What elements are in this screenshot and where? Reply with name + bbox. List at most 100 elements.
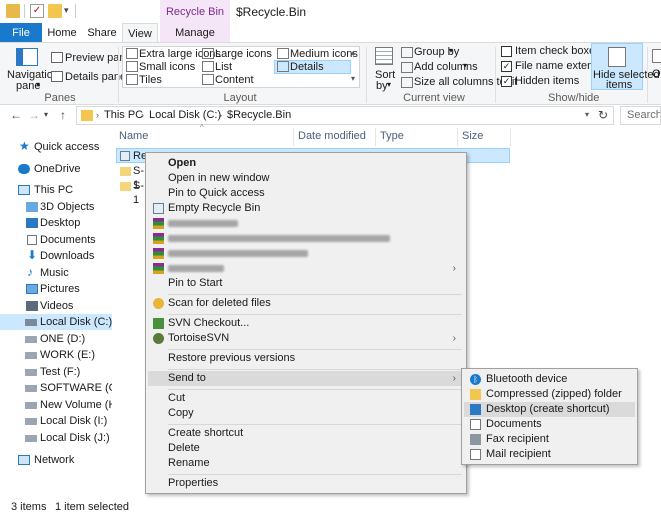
- menu-item-archive-2[interactable]: [148, 231, 464, 246]
- column-header-size[interactable]: Size: [462, 130, 483, 142]
- layout-content[interactable]: Content: [215, 74, 254, 86]
- videos-icon: [26, 301, 38, 311]
- sort-by-button[interactable]: Sort by ▾: [372, 45, 396, 92]
- menu-item-archive-1[interactable]: [148, 216, 464, 231]
- nav-drive-f[interactable]: Test (F:): [0, 364, 112, 380]
- nav-onedrive[interactable]: OneDrive: [0, 161, 112, 177]
- breadcrumb-this-pc[interactable]: This PC: [104, 109, 143, 121]
- send-to-compressed[interactable]: Compressed (zipped) folder: [464, 387, 635, 402]
- menu-item-rename[interactable]: Rename: [148, 456, 464, 471]
- address-bar[interactable]: › This PC › Local Disk (C:) › $Recycle.B…: [76, 106, 614, 125]
- gallery-scroll-icon[interactable]: ▴: [351, 48, 355, 57]
- nav-drive-j[interactable]: Local Disk (J:): [0, 430, 112, 446]
- menu-label: Fax recipient: [486, 433, 549, 445]
- chevron-right-icon[interactable]: ›: [96, 110, 99, 120]
- layout-small-icons[interactable]: Small icons: [139, 61, 195, 73]
- column-divider[interactable]: [375, 128, 376, 146]
- breadcrumb-folder[interactable]: $Recycle.Bin: [227, 109, 291, 121]
- menu-item-archive-4[interactable]: ›: [148, 261, 464, 276]
- nav-desktop[interactable]: Desktop: [0, 215, 112, 231]
- nav-videos[interactable]: Videos: [0, 298, 112, 314]
- menu-item-tortoise-svn[interactable]: TortoiseSVN ›: [148, 331, 464, 346]
- chevron-right-icon[interactable]: ›: [141, 110, 144, 120]
- menu-item-svn-checkout[interactable]: SVN Checkout...: [148, 316, 464, 331]
- nav-drive-e[interactable]: WORK (E:): [0, 347, 112, 363]
- nav-music[interactable]: ♪ Music: [0, 265, 112, 281]
- layout-large-icons[interactable]: Large icons: [215, 48, 272, 60]
- options-button[interactable]: Op: [652, 68, 661, 80]
- column-header-date-modified[interactable]: Date modified: [298, 130, 366, 142]
- zip-folder-icon: [470, 389, 481, 400]
- breadcrumb-local-disk[interactable]: Local Disk (C:): [149, 109, 221, 121]
- tab-share[interactable]: Share: [84, 23, 120, 43]
- layout-medium-icons[interactable]: Medium icons: [290, 48, 358, 60]
- column-divider[interactable]: [457, 128, 458, 146]
- table-row[interactable]: S-1: [116, 179, 146, 206]
- menu-item-copy[interactable]: Copy: [148, 406, 464, 421]
- send-to-mail[interactable]: Mail recipient: [464, 447, 635, 462]
- send-to-fax[interactable]: Fax recipient: [464, 432, 635, 447]
- menu-item-pin-quick-access[interactable]: Pin to Quick access: [148, 186, 464, 201]
- folder-icon: [120, 182, 131, 191]
- chevron-right-icon[interactable]: ›: [219, 110, 222, 120]
- search-input[interactable]: Search $R: [620, 106, 661, 125]
- nav-local-disk-c[interactable]: Local Disk (C:): [0, 314, 112, 330]
- menu-item-scan-deleted[interactable]: Scan for deleted files: [148, 296, 464, 311]
- nav-drive-d[interactable]: ONE (D:): [0, 331, 112, 347]
- address-dropdown-icon[interactable]: ▾: [585, 110, 589, 119]
- nav-this-pc[interactable]: This PC: [0, 182, 112, 198]
- menu-item-open[interactable]: Open: [148, 156, 464, 171]
- menu-item-delete[interactable]: Delete: [148, 441, 464, 456]
- menu-item-send-to[interactable]: Send to ›: [148, 371, 464, 386]
- properties-icon[interactable]: ✓: [30, 4, 44, 18]
- item-check-boxes-checkbox[interactable]: [501, 46, 512, 57]
- layout-tiles[interactable]: Tiles: [139, 74, 162, 86]
- tab-file[interactable]: File: [0, 23, 42, 43]
- nav-3d-objects[interactable]: 3D Objects: [0, 199, 112, 215]
- tab-home[interactable]: Home: [44, 23, 80, 43]
- recent-locations-icon[interactable]: ▾: [44, 110, 48, 119]
- tab-view[interactable]: View: [122, 23, 158, 44]
- navigation-pane-button[interactable]: Navigation pane ▾: [6, 45, 59, 92]
- nav-network[interactable]: Network: [0, 452, 112, 468]
- drive-icon: [25, 402, 37, 409]
- nav-documents[interactable]: Documents: [0, 232, 112, 248]
- tab-manage[interactable]: Manage: [160, 23, 230, 43]
- file-name-extensions-checkbox[interactable]: ✓: [501, 61, 512, 72]
- nav-drive-g[interactable]: SOFTWARE (G:): [0, 380, 124, 396]
- column-header-type[interactable]: Type: [380, 130, 404, 142]
- menu-item-open-new-window[interactable]: Open in new window: [148, 171, 464, 186]
- forward-arrow-icon[interactable]: →: [28, 108, 40, 122]
- menu-item-restore-versions[interactable]: Restore previous versions: [148, 351, 464, 366]
- layout-list[interactable]: List: [215, 61, 232, 73]
- hidden-items-checkbox[interactable]: ✓: [501, 76, 512, 87]
- send-to-documents[interactable]: Documents: [464, 417, 635, 432]
- menu-item-archive-3[interactable]: [148, 246, 464, 261]
- column-divider[interactable]: [510, 128, 511, 146]
- nav-pictures[interactable]: Pictures: [0, 281, 112, 297]
- chevron-down-icon[interactable]: ▾: [64, 5, 69, 16]
- details-pane-button[interactable]: Details pane: [65, 71, 126, 83]
- up-arrow-icon[interactable]: ↑: [60, 108, 66, 122]
- new-folder-icon[interactable]: [48, 4, 62, 18]
- table-row[interactable]: S-1: [116, 164, 146, 191]
- back-arrow-icon[interactable]: ←: [10, 108, 22, 122]
- gallery-more-icon[interactable]: ▾: [351, 74, 355, 83]
- add-columns-button[interactable]: Add columns: [414, 61, 478, 73]
- nav-quick-access[interactable]: ★ Quick access: [0, 139, 112, 155]
- nav-drive-h[interactable]: New Volume (H:): [0, 397, 123, 413]
- menu-item-pin-to-start[interactable]: Pin to Start: [148, 276, 464, 291]
- hide-selected-items-button[interactable]: Hide selected items: [591, 43, 660, 91]
- nav-drive-i[interactable]: Local Disk (I:): [0, 413, 112, 429]
- menu-item-create-shortcut[interactable]: Create shortcut: [148, 426, 464, 441]
- menu-item-properties[interactable]: Properties: [148, 476, 464, 491]
- menu-item-cut[interactable]: Cut: [148, 391, 464, 406]
- menu-item-empty-recycle-bin[interactable]: Empty Recycle Bin: [148, 201, 464, 216]
- layout-details[interactable]: Details: [290, 61, 324, 73]
- nav-downloads[interactable]: ⬇ Downloads: [0, 248, 112, 264]
- send-to-bluetooth[interactable]: ᛒ Bluetooth device: [464, 372, 635, 387]
- refresh-icon[interactable]: ↻: [598, 108, 608, 122]
- column-header-name[interactable]: Name: [119, 130, 148, 142]
- send-to-desktop[interactable]: Desktop (create shortcut): [464, 402, 635, 417]
- column-divider[interactable]: [293, 128, 294, 146]
